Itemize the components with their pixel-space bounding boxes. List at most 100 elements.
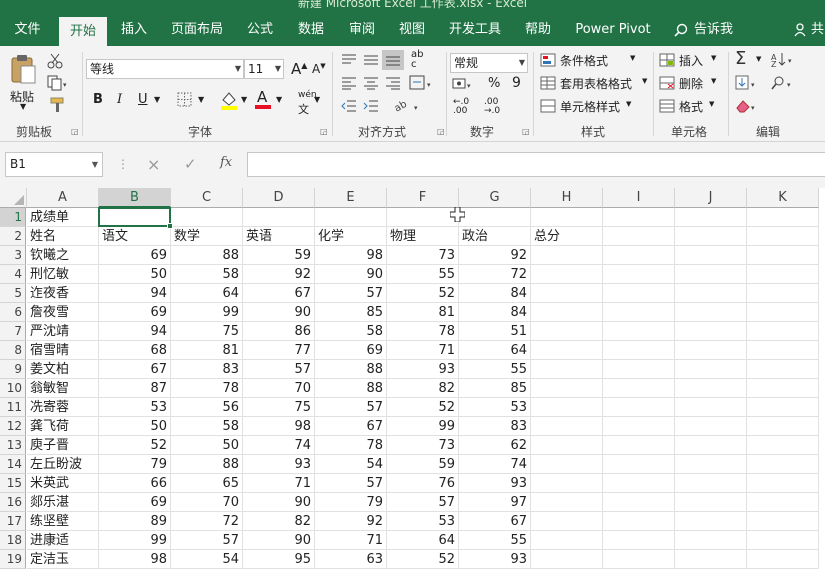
align-right-icon[interactable] <box>385 76 401 90</box>
cell-f11[interactable]: 52 <box>387 398 459 417</box>
number-format-combo[interactable]: 常规 ▼ <box>450 53 528 73</box>
cell-i9[interactable] <box>603 360 675 379</box>
cell-i12[interactable] <box>603 417 675 436</box>
column-header-h[interactable]: H <box>531 188 603 208</box>
cell-c17[interactable]: 72 <box>171 512 243 531</box>
row-header[interactable]: 7 <box>0 322 26 341</box>
cell-c4[interactable]: 58 <box>171 265 243 284</box>
cell-h8[interactable] <box>531 341 603 360</box>
cell-e4[interactable]: 90 <box>315 265 387 284</box>
tab-home[interactable]: 开始 <box>59 17 107 46</box>
grow-font-button[interactable]: A▲ <box>291 60 307 78</box>
cell-h4[interactable] <box>531 265 603 284</box>
cell-i3[interactable] <box>603 246 675 265</box>
paste-button[interactable]: 粘贴 ▼ <box>6 50 42 116</box>
column-header-e[interactable]: E <box>315 188 387 208</box>
cell-h1[interactable] <box>531 208 603 227</box>
cell-a8[interactable]: 宿雪晴 <box>27 341 99 360</box>
format-cells-button[interactable]: 格式 ▼ <box>659 98 723 116</box>
cell-c16[interactable]: 70 <box>171 493 243 512</box>
cell-g4[interactable]: 72 <box>459 265 531 284</box>
cell-e1[interactable] <box>315 208 387 227</box>
chevron-down-icon[interactable]: ▼ <box>314 95 320 104</box>
cell-e11[interactable]: 57 <box>315 398 387 417</box>
cell-k14[interactable] <box>747 455 819 474</box>
align-bottom-button[interactable] <box>382 50 404 70</box>
cell-j11[interactable] <box>675 398 747 417</box>
cell-e8[interactable]: 69 <box>315 341 387 360</box>
cell-j1[interactable] <box>675 208 747 227</box>
font-size-combo[interactable]: 11 ▼ <box>244 59 284 79</box>
cut-icon[interactable] <box>47 53 63 69</box>
cell-d4[interactable]: 92 <box>243 265 315 284</box>
column-header-j[interactable]: J <box>675 188 747 208</box>
name-box[interactable]: B1 ▼ <box>5 152 103 177</box>
cell-j5[interactable] <box>675 284 747 303</box>
column-header-f[interactable]: F <box>387 188 459 208</box>
cell-j14[interactable] <box>675 455 747 474</box>
cell-g13[interactable]: 62 <box>459 436 531 455</box>
cell-g16[interactable]: 97 <box>459 493 531 512</box>
align-middle-icon[interactable] <box>363 53 379 67</box>
comma-style-button[interactable]: 9 <box>512 75 521 91</box>
cell-b4[interactable]: 50 <box>99 265 171 284</box>
number-launcher-icon[interactable]: ◲ <box>522 127 530 136</box>
format-painter-icon[interactable] <box>47 97 65 113</box>
cell-j8[interactable] <box>675 341 747 360</box>
cell-d3[interactable]: 59 <box>243 246 315 265</box>
cell-j9[interactable] <box>675 360 747 379</box>
cell-d18[interactable]: 90 <box>243 531 315 550</box>
cell-a9[interactable]: 姜文柏 <box>27 360 99 379</box>
cell-e16[interactable]: 79 <box>315 493 387 512</box>
cell-h13[interactable] <box>531 436 603 455</box>
cell-g5[interactable]: 84 <box>459 284 531 303</box>
cell-g10[interactable]: 85 <box>459 379 531 398</box>
cell-k16[interactable] <box>747 493 819 512</box>
cell-b2[interactable]: 语文 <box>99 227 171 246</box>
cell-a6[interactable]: 詹夜雪 <box>27 303 99 322</box>
cell-k9[interactable] <box>747 360 819 379</box>
cell-a19[interactable]: 定洁玉 <box>27 550 99 569</box>
cell-k12[interactable] <box>747 417 819 436</box>
cell-g1[interactable] <box>459 208 531 227</box>
font-name-combo[interactable]: 等线 ▼ <box>86 59 244 79</box>
cell-c11[interactable]: 56 <box>171 398 243 417</box>
cell-h7[interactable] <box>531 322 603 341</box>
cell-b5[interactable]: 94 <box>99 284 171 303</box>
italic-button[interactable]: I <box>117 92 122 107</box>
cell-d19[interactable]: 95 <box>243 550 315 569</box>
cell-b17[interactable]: 89 <box>99 512 171 531</box>
cell-i19[interactable] <box>603 550 675 569</box>
cell-b10[interactable]: 87 <box>99 379 171 398</box>
column-header-g[interactable]: G <box>459 188 531 208</box>
insert-function-icon[interactable]: fx <box>220 155 232 170</box>
underline-button[interactable]: U <box>138 92 148 107</box>
cell-j2[interactable] <box>675 227 747 246</box>
accounting-format-icon[interactable]: ▾ <box>452 76 474 92</box>
cell-i16[interactable] <box>603 493 675 512</box>
cell-c18[interactable]: 57 <box>171 531 243 550</box>
copy-icon[interactable]: ▾ <box>47 75 69 91</box>
format-as-table-button[interactable]: 套用表格格式 ▼ <box>540 75 650 93</box>
clipboard-launcher-icon[interactable]: ◲ <box>71 127 79 136</box>
cell-e19[interactable]: 63 <box>315 550 387 569</box>
cell-b6[interactable]: 69 <box>99 303 171 322</box>
fill-down-icon[interactable]: ▾ <box>735 75 759 91</box>
increase-decimal-button[interactable]: ←.0.00 <box>453 98 469 116</box>
cell-e9[interactable]: 88 <box>315 360 387 379</box>
tab-data[interactable]: 数据 <box>289 14 333 46</box>
cell-b1[interactable] <box>99 208 171 227</box>
cell-j10[interactable] <box>675 379 747 398</box>
insert-cells-button[interactable]: 插入 ▼ <box>659 52 723 70</box>
cell-b14[interactable]: 79 <box>99 455 171 474</box>
tab-help[interactable]: 帮助 <box>516 14 560 46</box>
chevron-down-icon[interactable]: ▼ <box>198 95 204 104</box>
cell-i18[interactable] <box>603 531 675 550</box>
cell-k6[interactable] <box>747 303 819 322</box>
find-select-icon[interactable]: ▾ <box>771 75 795 91</box>
cell-d10[interactable]: 70 <box>243 379 315 398</box>
cancel-entry-icon[interactable]: × <box>147 155 160 174</box>
cell-i7[interactable] <box>603 322 675 341</box>
tab-formulas[interactable]: 公式 <box>238 14 282 46</box>
cell-f10[interactable]: 82 <box>387 379 459 398</box>
